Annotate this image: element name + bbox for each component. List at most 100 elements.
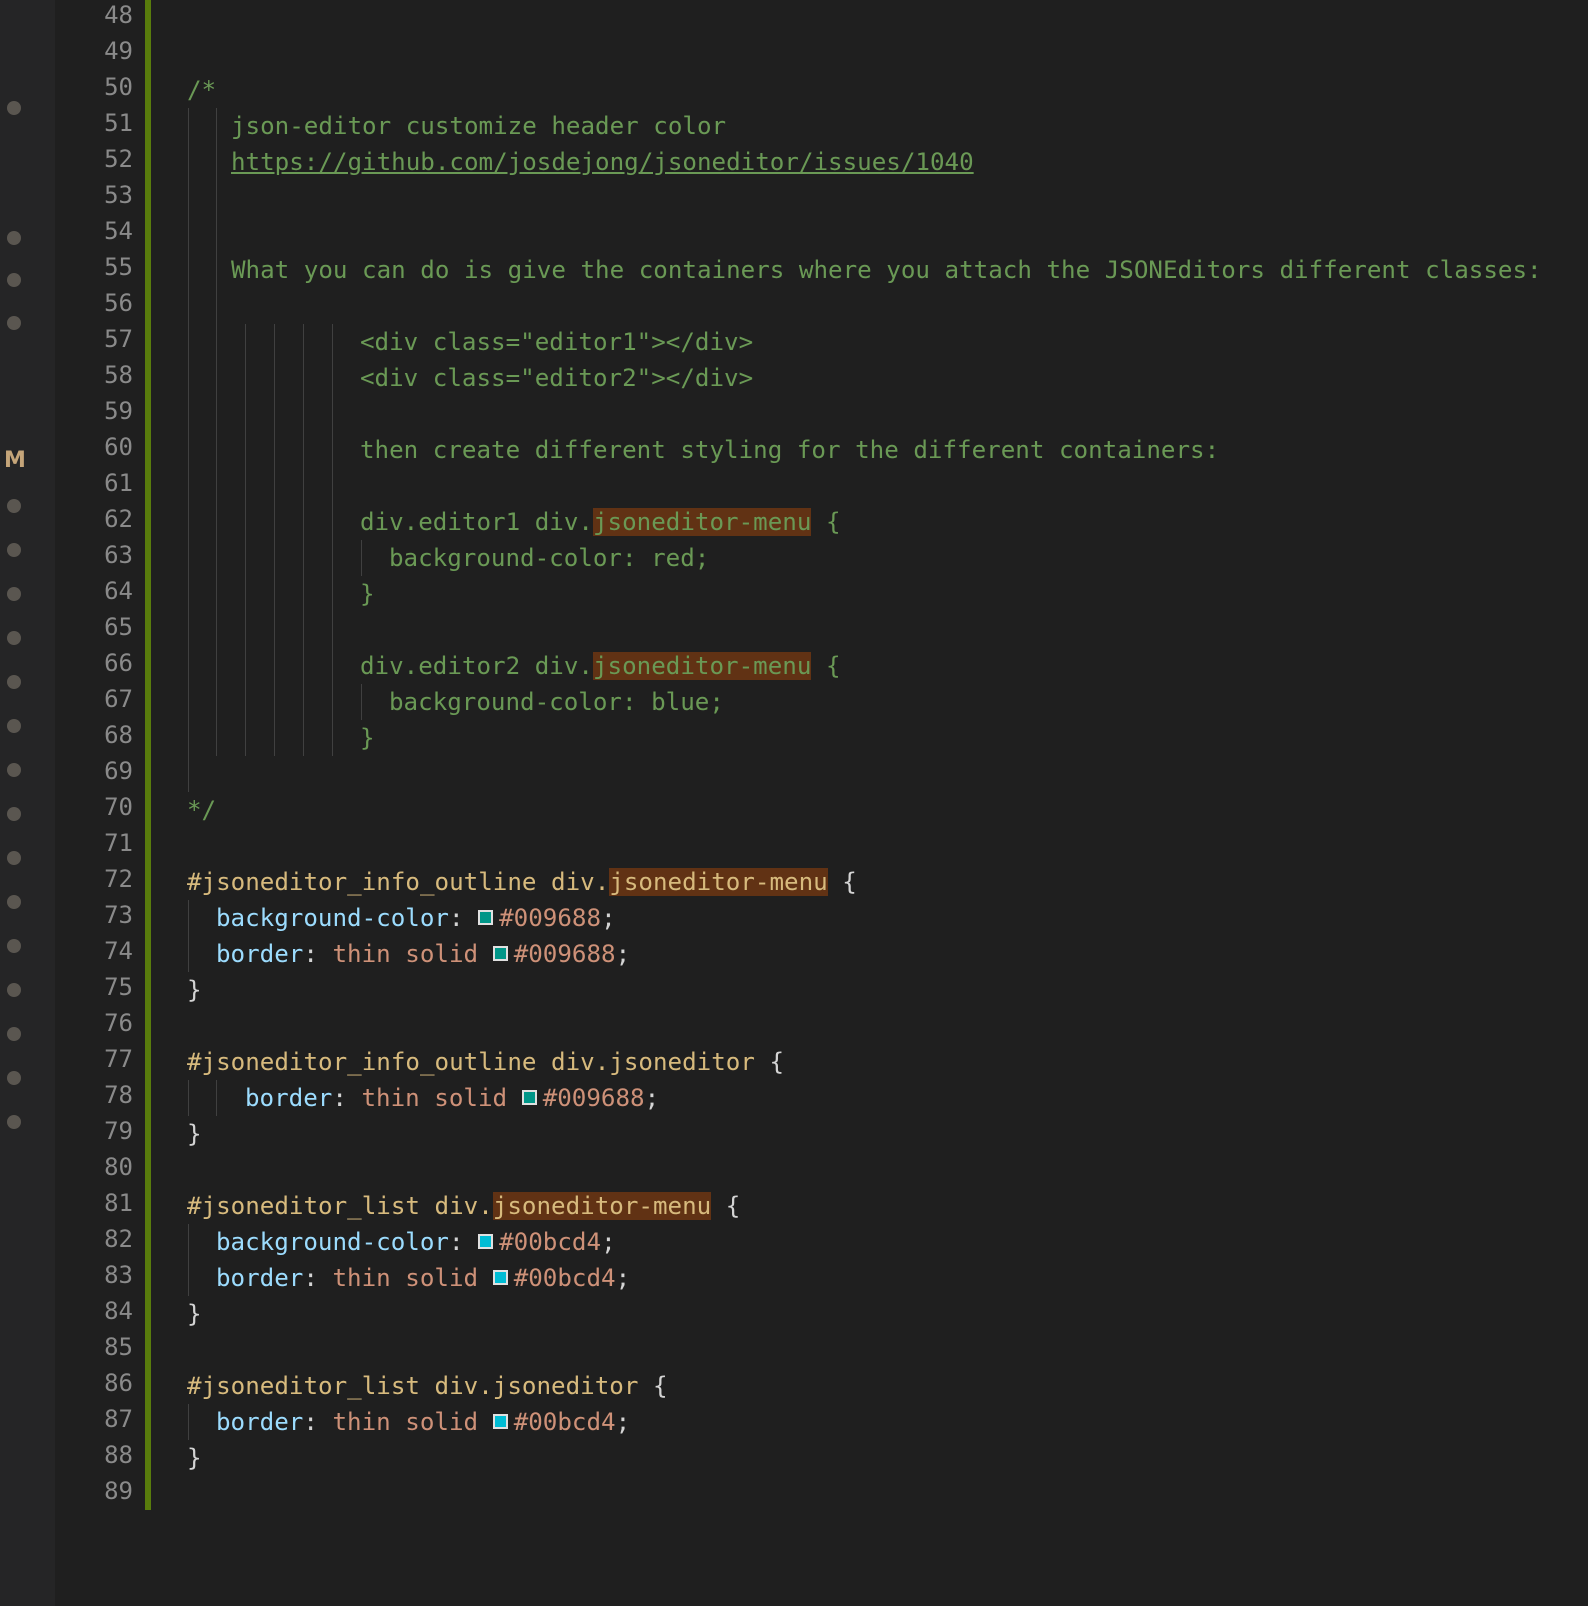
code-line[interactable]: background-color: #00bcd4; xyxy=(151,1224,1588,1260)
line-number[interactable]: 73 xyxy=(53,897,133,933)
code-line[interactable]: border: thin solid #00bcd4; xyxy=(151,1404,1588,1440)
breakpoint-dot-icon[interactable] xyxy=(7,273,21,287)
code-line[interactable]: } xyxy=(151,1440,1588,1476)
breakpoint-dot-icon[interactable] xyxy=(7,587,21,601)
line-number[interactable]: 48 xyxy=(53,0,133,33)
line-number[interactable]: 66 xyxy=(53,645,133,681)
line-number[interactable]: 76 xyxy=(53,1005,133,1041)
line-number[interactable]: 79 xyxy=(53,1113,133,1149)
breakpoint-dot-icon[interactable] xyxy=(7,316,21,330)
line-number[interactable]: 89 xyxy=(53,1473,133,1509)
line-number[interactable]: 88 xyxy=(53,1437,133,1473)
breakpoint-dot-icon[interactable] xyxy=(7,499,21,513)
breakpoint-dot-icon[interactable] xyxy=(7,719,21,733)
breakpoint-dot-icon[interactable] xyxy=(7,939,21,953)
code-line[interactable]: div.editor2 div.jsoneditor-menu { xyxy=(151,648,1588,684)
breakpoint-dot-icon[interactable] xyxy=(7,1115,21,1129)
breakpoint-dot-icon[interactable] xyxy=(7,631,21,645)
line-number[interactable]: 49 xyxy=(53,33,133,69)
code-line[interactable]: <div class="editor1"></div> xyxy=(151,324,1588,360)
line-number[interactable]: 75 xyxy=(53,969,133,1005)
color-swatch-icon[interactable] xyxy=(521,1090,537,1105)
breakpoint-dot-icon[interactable] xyxy=(7,1027,21,1041)
line-number[interactable]: 85 xyxy=(53,1329,133,1365)
line-number[interactable]: 58 xyxy=(53,357,133,393)
code-line[interactable]: */ xyxy=(151,792,1588,828)
line-number[interactable]: 72 xyxy=(53,861,133,897)
line-number[interactable]: 77 xyxy=(53,1041,133,1077)
code-line[interactable]: } xyxy=(151,972,1588,1008)
line-number[interactable]: 65 xyxy=(53,609,133,645)
line-number[interactable]: 61 xyxy=(53,465,133,501)
line-number[interactable]: 68 xyxy=(53,717,133,753)
comment-link[interactable]: https://github.com/josdejong/jsoneditor/… xyxy=(231,148,974,176)
code-line[interactable]: #jsoneditor_list div.jsoneditor { xyxy=(151,1368,1588,1404)
line-number[interactable]: 67 xyxy=(53,681,133,717)
line-number[interactable]: 60 xyxy=(53,429,133,465)
line-number[interactable]: 87 xyxy=(53,1401,133,1437)
color-swatch-icon[interactable] xyxy=(492,1414,508,1429)
code-line[interactable]: /* xyxy=(151,72,1588,108)
code-line[interactable]: background-color: red; xyxy=(151,540,1588,576)
line-number[interactable]: 64 xyxy=(53,573,133,609)
line-number[interactable]: 52 xyxy=(53,141,133,177)
line-number[interactable]: 50 xyxy=(53,69,133,105)
line-number[interactable]: 81 xyxy=(53,1185,133,1221)
color-swatch-icon[interactable] xyxy=(492,946,508,961)
line-number[interactable]: 59 xyxy=(53,393,133,429)
line-number[interactable]: 54 xyxy=(53,213,133,249)
breakpoint-dot-icon[interactable] xyxy=(7,807,21,821)
breakpoint-dot-icon[interactable] xyxy=(7,1071,21,1085)
code-editor[interactable]: /* json-editor customize header color ht… xyxy=(151,0,1588,1606)
line-number[interactable]: 84 xyxy=(53,1293,133,1329)
code-line[interactable]: } xyxy=(151,1296,1588,1332)
line-number[interactable]: 69 xyxy=(53,753,133,789)
line-number[interactable]: 57 xyxy=(53,321,133,357)
line-number[interactable]: 74 xyxy=(53,933,133,969)
line-number[interactable]: 83 xyxy=(53,1257,133,1293)
line-number[interactable]: 63 xyxy=(53,537,133,573)
code-line[interactable]: background-color: blue; xyxy=(151,684,1588,720)
code-line[interactable]: } xyxy=(151,576,1588,612)
code-line[interactable]: #jsoneditor_info_outline div.jsoneditor-… xyxy=(151,864,1588,900)
code-line[interactable]: } xyxy=(151,1116,1588,1152)
line-number[interactable]: 71 xyxy=(53,825,133,861)
line-number[interactable]: 56 xyxy=(53,285,133,321)
css-property: border xyxy=(245,1084,333,1112)
code-line[interactable]: border: thin solid #009688; xyxy=(151,1080,1588,1116)
line-number[interactable]: 80 xyxy=(53,1149,133,1185)
line-number[interactable]: 86 xyxy=(53,1365,133,1401)
line-number[interactable]: 78 xyxy=(53,1077,133,1113)
line-number[interactable]: 53 xyxy=(53,177,133,213)
color-swatch-icon[interactable] xyxy=(492,1270,508,1285)
code-line[interactable]: } xyxy=(151,720,1588,756)
color-swatch-icon[interactable] xyxy=(478,1234,494,1249)
brace: { xyxy=(827,868,857,896)
line-number[interactable]: 51 xyxy=(53,105,133,141)
code-line[interactable]: #jsoneditor_list div.jsoneditor-menu { xyxy=(151,1188,1588,1224)
css-value: #00bcd4 xyxy=(499,1228,602,1256)
breakpoint-dot-icon[interactable] xyxy=(7,895,21,909)
line-number[interactable]: 62 xyxy=(53,501,133,537)
code-line[interactable]: #jsoneditor_info_outline div.jsoneditor … xyxy=(151,1044,1588,1080)
code-line[interactable]: border: thin solid #009688; xyxy=(151,936,1588,972)
breakpoint-dot-icon[interactable] xyxy=(7,851,21,865)
line-number[interactable]: 82 xyxy=(53,1221,133,1257)
code-line[interactable]: background-color: #009688; xyxy=(151,900,1588,936)
code-line[interactable]: What you can do is give the containers w… xyxy=(151,252,1588,288)
code-line[interactable]: https://github.com/josdejong/jsoneditor/… xyxy=(151,144,1588,180)
breakpoint-dot-icon[interactable] xyxy=(7,983,21,997)
line-number[interactable]: 70 xyxy=(53,789,133,825)
color-swatch-icon[interactable] xyxy=(478,910,494,925)
breakpoint-dot-icon[interactable] xyxy=(7,231,21,245)
breakpoint-dot-icon[interactable] xyxy=(7,763,21,777)
breakpoint-dot-icon[interactable] xyxy=(7,675,21,689)
code-line[interactable]: <div class="editor2"></div> xyxy=(151,360,1588,396)
code-line[interactable]: then create different styling for the di… xyxy=(151,432,1588,468)
code-line[interactable]: json-editor customize header color xyxy=(151,108,1588,144)
line-number[interactable]: 55 xyxy=(53,249,133,285)
breakpoint-dot-icon[interactable] xyxy=(7,543,21,557)
breakpoint-dot-icon[interactable] xyxy=(7,101,21,115)
code-line[interactable]: border: thin solid #00bcd4; xyxy=(151,1260,1588,1296)
code-line[interactable]: div.editor1 div.jsoneditor-menu { xyxy=(151,504,1588,540)
